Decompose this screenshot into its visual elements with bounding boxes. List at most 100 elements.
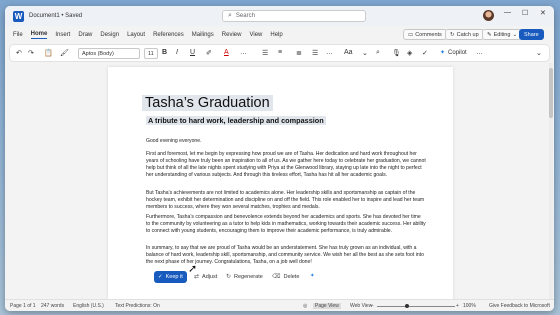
more-options-icon[interactable]: … [240, 49, 247, 56]
undo-icon[interactable]: ↶ [16, 49, 22, 57]
feedback-link[interactable]: Give Feedback to Microsoft [489, 303, 550, 309]
document-title[interactable]: Document1 • Saved [29, 13, 82, 19]
numbering-icon[interactable]: ≡ [278, 49, 282, 56]
keep-it-label: Keep it [165, 274, 183, 280]
font-size-select[interactable]: 11 [144, 48, 158, 59]
word-window: W Document1 • Saved ⌕ Search — ☐ ✕ File … [5, 6, 554, 311]
copilot-small-icon[interactable]: ✦ [310, 273, 315, 279]
font-family-value: Aptos (Body) [82, 50, 114, 57]
italic-icon[interactable]: I [176, 49, 178, 56]
menu-design[interactable]: Design [100, 32, 119, 38]
bullets-icon[interactable]: ☰ [262, 49, 268, 57]
zoom-slider-knob[interactable] [405, 304, 409, 308]
catchup-label: Catch up [456, 31, 479, 38]
paste-icon[interactable]: 📋 [44, 49, 53, 57]
mouse-cursor-icon: ➚ [188, 263, 198, 275]
title-bar: W Document1 • Saved ⌕ Search — ☐ ✕ [5, 6, 554, 26]
paragraph-2[interactable]: But Tasha’s achievements are not limited… [146, 190, 426, 211]
format-painter-icon[interactable]: 🖌 [60, 49, 69, 57]
paragraph-more-icon[interactable]: … [326, 49, 333, 56]
catchup-icon: ↻ [450, 31, 455, 38]
document-subtitle[interactable]: A tribute to hard work, leadership and c… [146, 116, 326, 125]
editing-button[interactable]: ✎ Editing ⌄ [482, 29, 523, 40]
underline-icon[interactable]: U [190, 49, 195, 56]
close-icon[interactable]: ✕ [540, 9, 546, 17]
chevron-down-icon: ⌄ [512, 31, 518, 38]
search-box[interactable]: ⌕ Search [222, 10, 366, 22]
menu-layout[interactable]: Layout [127, 32, 145, 38]
page-count[interactable]: Page 1 of 1 [10, 303, 36, 309]
styles-dropdown-icon[interactable]: ⌄ [362, 49, 368, 57]
search-icon: ⌕ [228, 12, 232, 19]
web-view-button[interactable]: Web View [350, 303, 372, 309]
copilot-button[interactable]: ✦ Copilot [440, 49, 467, 57]
menu-insert[interactable]: Insert [55, 32, 70, 38]
menu-help[interactable]: Help [270, 32, 282, 38]
menu-draw[interactable]: Draw [78, 32, 92, 38]
text-predictions[interactable]: Text Predictions: On [115, 303, 160, 309]
font-family-select[interactable]: Aptos (Body) [78, 48, 140, 59]
font-color-icon[interactable]: A [224, 49, 229, 56]
menu-home[interactable]: Home [30, 31, 48, 39]
focus-icon[interactable]: ◎ [303, 303, 307, 309]
paragraph-greeting[interactable]: Good evening everyone. [146, 138, 426, 145]
copilot-icon: ✦ [440, 50, 446, 56]
align-left-icon[interactable]: ≣ [296, 49, 302, 57]
menu-view[interactable]: View [249, 32, 262, 38]
avatar[interactable] [483, 10, 494, 21]
delete-button[interactable]: ⌫ Delete [272, 273, 300, 281]
catchup-button[interactable]: ↻ Catch up [445, 29, 484, 40]
document-heading[interactable]: Tasha’s Graduation [142, 95, 273, 111]
document-canvas: Tasha’s Graduation A tribute to hard wor… [5, 63, 554, 301]
copilot-action-bar: ✓ Keep it ⇄ Adjust ↻ Regenerate ⌫ Delete… [150, 270, 325, 284]
pencil-icon: ✎ [487, 31, 492, 38]
language[interactable]: English (U.S.) [73, 303, 104, 309]
editor-icon[interactable]: ✓ [422, 49, 428, 57]
delete-label: Delete [283, 273, 300, 280]
zoom-in-icon[interactable]: + [456, 303, 459, 309]
ribbon-toolbar: ↶ ↷ 📋 🖌 Aptos (Body) 11 B I U ✐ A … ☰ ≡ … [9, 44, 550, 62]
share-label: Share [524, 31, 539, 38]
bold-icon[interactable]: B [162, 49, 167, 56]
redo-icon[interactable]: ↷ [28, 49, 34, 57]
dictate-icon[interactable]: 🎙 [392, 49, 401, 57]
paragraph-3[interactable]: Furthermore, Tasha’s compassion and bene… [146, 214, 426, 235]
share-button[interactable]: Share [519, 29, 544, 40]
align-center-icon[interactable]: ☰ [312, 49, 318, 57]
word-app-icon[interactable]: W [13, 10, 24, 22]
page-view-button[interactable]: Page View [313, 303, 341, 309]
search-placeholder: Search [235, 13, 255, 19]
regenerate-button[interactable]: ↻ Regenerate [226, 273, 263, 281]
zoom-out-icon[interactable]: − [371, 303, 374, 309]
paragraph-1[interactable]: First and foremost, let me begin by expr… [146, 151, 426, 179]
menu-review[interactable]: Review [222, 32, 242, 38]
adjust-label: Adjust [202, 273, 218, 280]
maximize-icon[interactable]: ☐ [522, 9, 528, 17]
document-page[interactable]: Tasha’s Graduation A tribute to hard wor… [108, 67, 453, 301]
designer-icon[interactable]: ◈ [407, 49, 412, 57]
font-size-value: 11 [148, 50, 154, 57]
ribbon-collapse-icon[interactable]: ⌄ [536, 49, 542, 57]
check-icon: ✓ [158, 274, 163, 280]
styles-icon[interactable]: Aa [344, 49, 353, 56]
comments-label: Comments [415, 31, 442, 38]
delete-icon: ⌫ [272, 274, 281, 280]
word-count[interactable]: 247 words [41, 303, 64, 309]
adjust-button[interactable]: ⇄ Adjust [194, 273, 218, 281]
find-icon[interactable]: ⌕ [376, 49, 380, 57]
copilot-label: Copilot [448, 49, 467, 56]
menu-mailings[interactable]: Mailings [192, 32, 214, 38]
ribbon-more-icon[interactable]: … [476, 49, 483, 56]
menu-file[interactable]: File [13, 32, 23, 38]
keep-it-button[interactable]: ✓ Keep it [154, 271, 187, 283]
highlight-icon[interactable]: ✐ [206, 49, 212, 57]
menu-references[interactable]: References [153, 32, 184, 38]
editing-label: Editing [493, 31, 511, 38]
comment-icon: ▭ [408, 31, 414, 38]
zoom-slider[interactable] [377, 306, 455, 307]
comments-button[interactable]: ▭ Comments [403, 29, 447, 40]
minimize-icon[interactable]: — [504, 9, 511, 16]
regenerate-icon: ↻ [226, 274, 232, 280]
zoom-level[interactable]: 100% [463, 303, 476, 309]
scrollbar-thumb[interactable] [549, 68, 553, 118]
